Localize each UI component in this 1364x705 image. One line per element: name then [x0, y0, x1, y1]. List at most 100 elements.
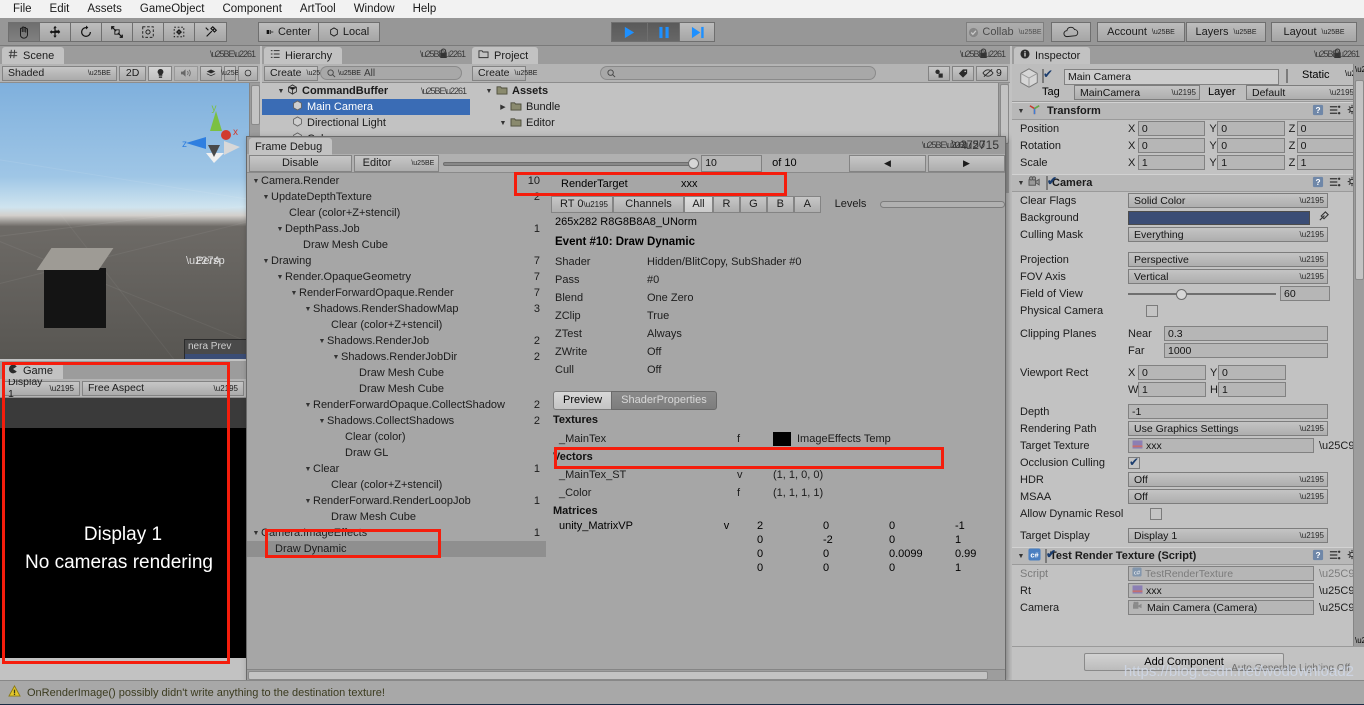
fd-tree-row[interactable]: Camera.ImageEffects 1 — [247, 525, 546, 541]
fd-tree-row[interactable]: Drawing 7 — [247, 253, 546, 269]
expand-triangle-icon[interactable] — [1016, 553, 1026, 560]
menu-item-window[interactable]: Window — [345, 0, 404, 18]
viewport-w-input[interactable]: 1 — [1138, 382, 1206, 397]
tag-dropdown[interactable]: MainCamera \u2195 — [1074, 85, 1200, 100]
expand-triangle-icon[interactable] — [1016, 180, 1026, 187]
rendering-path-dropdown[interactable]: Use Graphics Settings \u2195 — [1128, 421, 1328, 436]
fd-tree-row[interactable]: Clear (color+Z+stencil) — [247, 205, 546, 221]
tab-project[interactable]: Project — [472, 47, 539, 64]
script-component-header[interactable]: c# Test Render Texture (Script) ? — [1012, 547, 1364, 565]
rt-input[interactable]: xxx — [1128, 583, 1314, 598]
object-enabled-checkbox[interactable] — [1042, 69, 1044, 83]
far-input[interactable]: 1000 — [1164, 343, 1328, 358]
tab-inspector[interactable]: Inspector — [1014, 47, 1091, 64]
clear-flags-dropdown[interactable]: Solid Color \u2195 — [1128, 193, 1328, 208]
scene-cube-object[interactable] — [44, 268, 106, 328]
rotate-tool-icon[interactable] — [71, 23, 102, 41]
background-color-swatch[interactable] — [1128, 210, 1310, 225]
camera-component-header[interactable]: Camera ? — [1012, 174, 1364, 192]
move-tool-icon[interactable] — [40, 23, 71, 41]
channel-r-button[interactable]: R — [712, 195, 740, 213]
account-button[interactable]: Account \u25BE — [1097, 22, 1185, 42]
fd-tree-row[interactable]: Clear 1 — [247, 461, 546, 477]
tab-shader-properties[interactable]: ShaderProperties — [611, 390, 717, 410]
expand-triangle-icon[interactable] — [498, 103, 508, 111]
expand-triangle-icon[interactable] — [498, 120, 508, 127]
fd-tree-row[interactable]: Camera.Render 10 — [247, 173, 546, 189]
fd-tree-row[interactable]: Clear (color+Z+stencil) — [247, 317, 546, 333]
fov-slider[interactable] — [1128, 287, 1276, 301]
menu-item-assets[interactable]: Assets — [78, 0, 131, 18]
object-picker-icon[interactable]: \u25C9 — [1319, 440, 1354, 452]
channel-all-button[interactable]: All — [684, 195, 713, 213]
fd-tree-row[interactable]: RenderForwardOpaque.CollectShadow 2 — [247, 397, 546, 413]
frame-debug-prev-button[interactable]: ◀ — [848, 154, 926, 172]
channel-b-button[interactable]: B — [766, 195, 794, 213]
tab-preview[interactable]: Preview — [553, 390, 612, 410]
fd-tree-row[interactable]: Shadows.RenderJobDir 2 — [247, 349, 546, 365]
near-input[interactable]: 0.3 — [1164, 326, 1328, 341]
fd-tree-row[interactable]: Draw Mesh Cube — [247, 381, 546, 397]
fd-tree-row[interactable]: RenderForwardOpaque.Render 7 — [247, 285, 546, 301]
project-item-bundle[interactable]: Bundle — [470, 99, 1010, 115]
preset-icon[interactable] — [1329, 176, 1341, 191]
scene-2d-toggle[interactable]: 2D — [118, 65, 147, 81]
project-panel-menu-icon[interactable]: \u25BE\u2261 — [960, 49, 1006, 59]
fd-tree-row[interactable]: Clear (color) — [247, 429, 546, 445]
game-aspect-dropdown[interactable]: Free Aspect \u2195 — [82, 380, 244, 396]
eyedropper-icon[interactable] — [1318, 210, 1330, 225]
levels-slider[interactable] — [880, 199, 1006, 210]
hierarchy-search-input[interactable]: \u25BE All — [320, 66, 462, 80]
menu-item-arttool[interactable]: ArtTool — [291, 0, 345, 18]
menu-item-edit[interactable]: Edit — [41, 0, 79, 18]
layers-button[interactable]: Layers \u25BE — [1186, 22, 1266, 42]
texture-row[interactable]: _MainTex f ImageEffects Temp — [547, 429, 1005, 448]
scene-lighting-toggle-icon[interactable] — [148, 65, 172, 81]
fd-tree-row[interactable]: Clear (color+Z+stencil) — [247, 477, 546, 493]
culling-mask-dropdown[interactable]: Everything \u2195 — [1128, 227, 1328, 242]
dynamic-resolution-checkbox[interactable] — [1150, 507, 1162, 520]
step-button[interactable] — [680, 23, 714, 41]
fd-tree-row[interactable]: Shadows.RenderShadowMap 3 — [247, 301, 546, 317]
physical-camera-checkbox[interactable] — [1146, 304, 1158, 317]
pivot-center-button[interactable]: Center — [259, 23, 319, 41]
project-search-input[interactable] — [600, 66, 876, 80]
inspector-panel-menu-icon[interactable]: \u25BE\u2261 — [1314, 49, 1360, 59]
hdr-dropdown[interactable]: Off \u2195 — [1128, 472, 1328, 487]
collab-button[interactable]: Collab \u25BE — [966, 22, 1044, 42]
target-display-dropdown[interactable]: Display 1 \u2195 — [1128, 528, 1328, 543]
frame-debug-event-slider[interactable] — [443, 155, 700, 172]
project-item-assets[interactable]: Assets — [470, 83, 1010, 99]
transform-component-header[interactable]: Transform ? — [1012, 102, 1364, 120]
fd-tree-row-selected[interactable]: Draw Dynamic — [247, 541, 546, 557]
project-item-editor[interactable]: Editor — [470, 115, 1010, 131]
scene-fx-dropdown-icon[interactable]: \u25BE — [221, 65, 244, 81]
hierarchy-panel-menu-icon[interactable]: \u25BE\u2261 — [420, 49, 466, 59]
frame-debug-event-index-input[interactable]: 10 — [701, 154, 763, 172]
fd-tree-row[interactable]: Draw GL — [247, 445, 546, 461]
playmode-group[interactable] — [611, 22, 715, 42]
tab-game[interactable]: Game — [2, 362, 63, 379]
hierarchy-create-button[interactable]: Create \u25BE — [264, 65, 329, 81]
frame-debug-target-dropdown[interactable]: Editor \u25BE — [353, 154, 440, 172]
hierarchy-item-main-camera[interactable]: Main Camera — [262, 99, 470, 115]
camera-enabled-checkbox[interactable] — [1046, 176, 1048, 190]
scene-gizmos-icon[interactable] — [237, 65, 258, 81]
scale-y-input[interactable]: 1 — [1217, 155, 1285, 170]
play-button[interactable] — [612, 23, 648, 41]
script-enabled-checkbox[interactable] — [1045, 549, 1047, 563]
pivot-local-button[interactable]: Local — [319, 23, 379, 41]
scene-viewport[interactable]: y z x Persp \u227A nera Prev — [0, 83, 260, 359]
frame-debug-render-target-row[interactable]: RenderTarget xxx — [547, 173, 1005, 195]
frame-debug-hscrollbar[interactable] — [247, 669, 1005, 680]
fov-value-input[interactable]: 60 — [1280, 286, 1330, 301]
hierarchy-item-commandbuffer[interactable]: CommandBuffer \u25BE\u2261 — [262, 83, 470, 99]
rt-selector-dropdown[interactable]: RT 0 \u2195 — [551, 195, 613, 213]
hierarchy-item-directional-light[interactable]: Directional Light — [262, 115, 470, 131]
occlusion-culling-checkbox[interactable] — [1128, 455, 1140, 469]
viewport-h-input[interactable]: 1 — [1218, 382, 1286, 397]
expand-triangle-icon[interactable] — [1016, 108, 1026, 115]
viewport-x-input[interactable]: 0 — [1138, 365, 1206, 380]
inspector-scrollbar[interactable]: \u25B2 \u25BC — [1353, 64, 1364, 646]
msaa-dropdown[interactable]: Off \u2195 — [1128, 489, 1328, 504]
